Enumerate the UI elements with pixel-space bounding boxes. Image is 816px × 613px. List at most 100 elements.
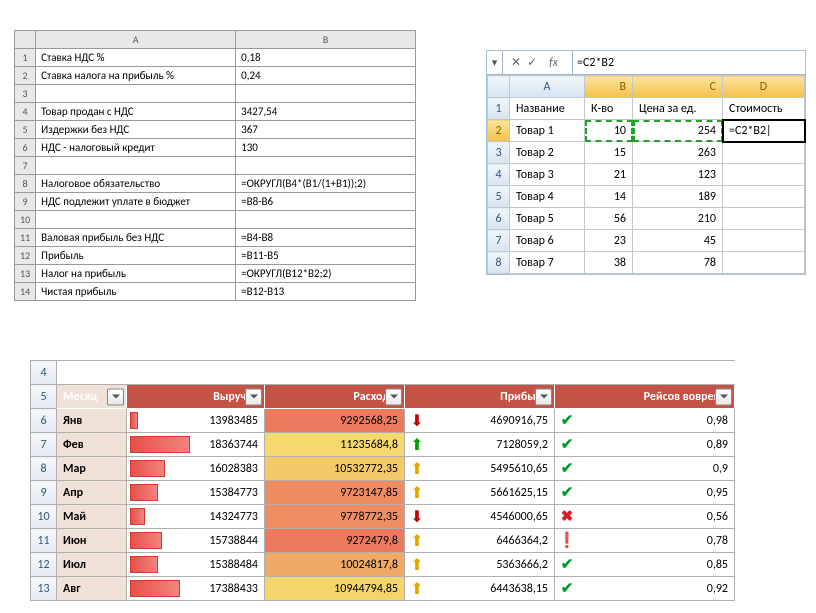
col-header-d[interactable]: D [723, 76, 805, 98]
expenses-cell[interactable]: 10532772,35 [265, 457, 405, 481]
cell[interactable]: Прибыль [36, 247, 236, 265]
profit-cell[interactable]: ⬇4690916,75 [405, 409, 555, 433]
cell[interactable]: НДС подлежит уплате в бюджет [36, 193, 236, 211]
cell[interactable]: =B12-B13 [236, 283, 416, 301]
cell[interactable]: 21 [585, 164, 633, 186]
cell[interactable] [723, 230, 805, 252]
row-header[interactable]: 8 [31, 457, 57, 481]
cell[interactable]: 189 [633, 186, 723, 208]
cell[interactable]: Ставка НДС % [36, 49, 236, 67]
col-header-a[interactable]: A [510, 76, 585, 98]
month-header[interactable]: Месяц [57, 385, 127, 409]
select-all-corner[interactable] [488, 76, 510, 98]
cell[interactable] [236, 211, 416, 229]
cell[interactable]: 210 [633, 208, 723, 230]
cell[interactable]: Товар 3 [510, 164, 585, 186]
filter-dropdown-icon[interactable] [107, 388, 124, 405]
row-header[interactable]: 13 [15, 265, 36, 283]
month-cell[interactable]: Июн [57, 529, 127, 553]
cell[interactable]: 23 [585, 230, 633, 252]
ontime-cell[interactable]: ✖0,56 [555, 505, 735, 529]
products-table[interactable]: A B C D 1 Название К-во Цена за ед. Стои… [487, 75, 805, 274]
row-header[interactable]: 10 [31, 505, 57, 529]
col-header-c[interactable]: C [633, 76, 723, 98]
expenses-cell[interactable]: 9272479,8 [265, 529, 405, 553]
profit-cell[interactable]: ⬇4546000,65 [405, 505, 555, 529]
cell[interactable] [236, 157, 416, 175]
cell[interactable]: Товар продан с НДС [36, 103, 236, 121]
cell[interactable]: 263 [633, 142, 723, 164]
cell[interactable]: =B8-B6 [236, 193, 416, 211]
row-header[interactable]: 3 [488, 142, 510, 164]
cell[interactable]: 0,24 [236, 67, 416, 85]
cell[interactable]: 123 [633, 164, 723, 186]
row-header[interactable]: 7 [31, 433, 57, 457]
month-cell[interactable]: Май [57, 505, 127, 529]
cell[interactable] [723, 208, 805, 230]
cell[interactable]: 367 [236, 121, 416, 139]
ontime-cell[interactable]: ✔0,85 [555, 553, 735, 577]
cell[interactable]: =ОКРУГЛ(B4*(B1/(1+B1));2) [236, 175, 416, 193]
cell[interactable]: 10 [585, 120, 633, 142]
cell[interactable]: 254 [633, 120, 723, 142]
expenses-header[interactable]: Расходы [265, 385, 405, 409]
cell[interactable]: 15 [585, 142, 633, 164]
profit-cell[interactable]: ⬆6443638,15 [405, 577, 555, 601]
cell[interactable]: Издержки без НДС [36, 121, 236, 139]
filter-dropdown-icon[interactable] [535, 388, 552, 405]
row-header[interactable]: 8 [488, 252, 510, 274]
row-header[interactable]: 2 [488, 120, 510, 142]
profit-cell[interactable]: ⬆5363666,2 [405, 553, 555, 577]
cell[interactable] [36, 211, 236, 229]
vat-calc-table[interactable]: A B 1 Ставка НДС % 0,182 Ставка налога н… [14, 30, 416, 301]
cell[interactable]: 38 [585, 252, 633, 274]
row-header[interactable]: 3 [15, 85, 36, 103]
row-header[interactable]: 4 [15, 103, 36, 121]
cell[interactable]: Налог на прибыль [36, 265, 236, 283]
expenses-cell[interactable]: 10944794,85 [265, 577, 405, 601]
row-header[interactable]: 5 [488, 186, 510, 208]
cell[interactable]: =B11-B5 [236, 247, 416, 265]
expenses-cell[interactable]: 11235684,8 [265, 433, 405, 457]
row-header[interactable]: 9 [31, 481, 57, 505]
revenue-cell[interactable]: 15384773 [127, 481, 265, 505]
ontime-cell[interactable]: ✔0,9 [555, 457, 735, 481]
filter-dropdown-icon[interactable] [385, 388, 402, 405]
cell[interactable]: 14 [585, 186, 633, 208]
profit-cell[interactable]: ⬆5495610,65 [405, 457, 555, 481]
row-header[interactable]: 14 [15, 283, 36, 301]
cell[interactable]: Налоговое обязательство [36, 175, 236, 193]
row-header[interactable]: 6 [488, 208, 510, 230]
row-header[interactable]: 2 [15, 67, 36, 85]
cell[interactable]: =C2*B2 [723, 120, 805, 142]
row-header[interactable]: 7 [15, 157, 36, 175]
cell[interactable] [723, 142, 805, 164]
cell[interactable]: Товар 2 [510, 142, 585, 164]
cell[interactable]: 45 [633, 230, 723, 252]
corner-cell[interactable] [15, 31, 36, 49]
cell[interactable] [723, 252, 805, 274]
revenue-cell[interactable]: 13983485 [127, 409, 265, 433]
row-header[interactable]: 5 [31, 385, 57, 409]
col-header-b[interactable]: B [236, 31, 416, 49]
month-cell[interactable]: Июл [57, 553, 127, 577]
filter-dropdown-icon[interactable] [245, 388, 262, 405]
cell[interactable]: 0,18 [236, 49, 416, 67]
cell[interactable]: =B4-B8 [236, 229, 416, 247]
expenses-cell[interactable]: 9778772,35 [265, 505, 405, 529]
cell[interactable]: Товар 5 [510, 208, 585, 230]
ontime-cell[interactable]: ✔0,89 [555, 433, 735, 457]
cell[interactable]: Название [510, 98, 585, 120]
cell[interactable]: К-во [585, 98, 633, 120]
row-header[interactable]: 6 [15, 139, 36, 157]
enter-icon[interactable]: ✓ [527, 55, 537, 70]
row-header[interactable]: 1 [488, 98, 510, 120]
cell[interactable]: Товар 6 [510, 230, 585, 252]
ontime-cell[interactable]: ✔0,98 [555, 409, 735, 433]
revenue-cell[interactable]: 17388433 [127, 577, 265, 601]
row-header[interactable]: 4 [488, 164, 510, 186]
cell[interactable] [723, 186, 805, 208]
col-header-b[interactable]: B [585, 76, 633, 98]
cell[interactable]: Чистая прибыль [36, 283, 236, 301]
col-header-a[interactable]: A [36, 31, 236, 49]
